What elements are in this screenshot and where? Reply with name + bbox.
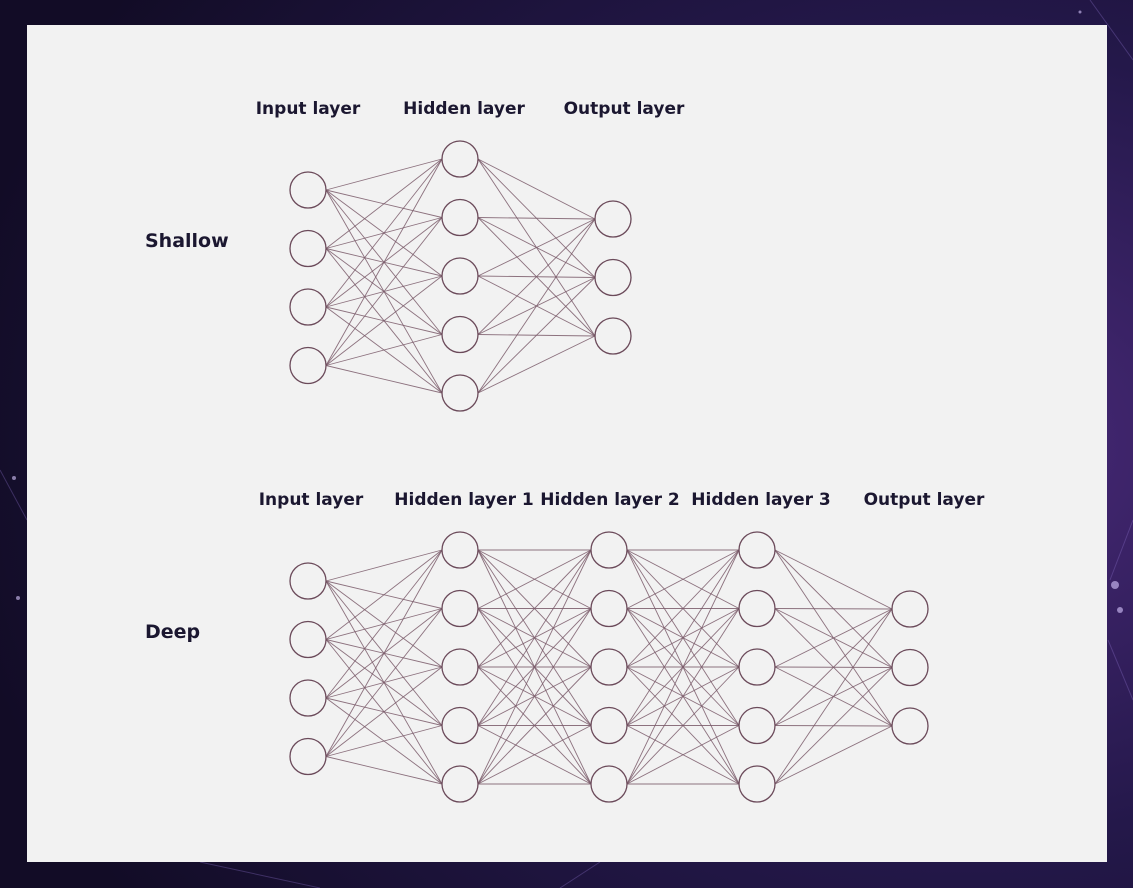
deep-node-layer2-4 — [590, 765, 628, 803]
deep-layer-label-input: Input layer — [259, 490, 364, 510]
shallow-node-layer0-0 — [289, 171, 327, 209]
deep-section-label: Deep — [145, 621, 200, 643]
shallow-node-layer1-1 — [441, 198, 479, 237]
deep-layer-label-hidden-2: Hidden layer 2 — [540, 490, 679, 510]
shallow-layer-label-input: Input layer — [256, 99, 361, 119]
deep-node-layer1-3 — [441, 706, 479, 745]
deep-edge-l3-1-to-0 — [774, 608, 893, 610]
shallow-edge-l0-1-to-0 — [325, 158, 443, 249]
deep-edge-l0-3-to-2 — [325, 666, 443, 757]
deep-node-layer4-0 — [891, 590, 929, 628]
shallow-edge-l0-3-to-3 — [325, 334, 443, 366]
neural-network-diagram: Shallow Input layer Hidden layer Output … — [145, 99, 985, 803]
deep-network: Deep Input layer Hidden layer 1 Hidden l… — [145, 490, 985, 803]
deep-node-layer3-3 — [738, 706, 776, 745]
shallow-edge-l0-3-to-1 — [325, 217, 443, 366]
deep-edge-l0-2-to-0 — [325, 549, 443, 699]
deep-node-layer1-0 — [441, 531, 479, 569]
deep-node-layer3-2 — [738, 648, 776, 686]
shallow-network: Shallow Input layer Hidden layer Output … — [145, 99, 685, 412]
shallow-edge-l0-0-to-0 — [325, 158, 443, 191]
shallow-layer-label-output: Output layer — [564, 99, 685, 119]
deep-node-layer2-2 — [590, 648, 628, 686]
deep-edge-l3-0-to-0 — [774, 549, 893, 610]
deep-node-layer1-1 — [441, 589, 479, 628]
deep-node-layer2-1 — [590, 589, 628, 628]
deep-node-layer3-0 — [738, 531, 776, 569]
shallow-node-layer1-0 — [441, 140, 479, 178]
shallow-edge-l1-3-to-0 — [477, 218, 596, 335]
deep-edge-l0-3-to-1 — [325, 608, 443, 757]
deep-edge-l0-3-to-0 — [325, 549, 443, 757]
shallow-edge-l1-4-to-0 — [477, 218, 596, 394]
deep-node-layer4-1 — [891, 648, 929, 687]
deep-edge-l0-1-to-0 — [325, 549, 443, 640]
deep-layer-label-output: Output layer — [864, 490, 985, 510]
deep-edge-l3-4-to-0 — [774, 608, 893, 785]
shallow-node-layer0-3 — [289, 346, 327, 385]
deep-node-layer0-2 — [289, 679, 327, 717]
shallow-node-layer0-2 — [289, 288, 327, 326]
deep-layer-label-hidden-3: Hidden layer 3 — [691, 490, 830, 510]
shallow-node-layer1-3 — [441, 315, 479, 354]
deep-edge-l0-0-to-0 — [325, 549, 443, 582]
shallow-edge-l0-3-to-4 — [325, 365, 443, 394]
shallow-edge-l1-0-to-0 — [477, 158, 596, 220]
deep-node-layer1-2 — [441, 648, 479, 686]
shallow-edge-l1-4-to-2 — [477, 335, 596, 394]
shallow-edge-l1-2-to-0 — [477, 218, 596, 277]
deep-node-layer3-4 — [738, 765, 776, 803]
shallow-edge-l0-2-to-0 — [325, 158, 443, 308]
shallow-node-layer2-1 — [594, 258, 632, 297]
deep-edge-l0-3-to-3 — [325, 725, 443, 757]
shallow-node-layer2-2 — [594, 317, 632, 355]
deep-node-layer3-1 — [738, 589, 776, 628]
shallow-node-layer0-1 — [289, 229, 327, 268]
deep-node-layer0-3 — [289, 737, 327, 776]
deep-layer-label-hidden-1: Hidden layer 1 — [394, 490, 533, 510]
deep-node-layer4-2 — [891, 707, 929, 745]
deep-node-layer2-3 — [590, 706, 628, 745]
deep-edge-l3-4-to-2 — [774, 725, 893, 785]
shallow-edge-l0-3-to-2 — [325, 275, 443, 366]
deep-edge-l0-3-to-4 — [325, 756, 443, 785]
deep-node-layer1-4 — [441, 765, 479, 803]
shallow-layer-label-hidden: Hidden layer — [403, 99, 525, 119]
deep-node-layer0-0 — [289, 562, 327, 600]
shallow-node-layer1-4 — [441, 374, 479, 412]
shallow-node-layer1-2 — [441, 257, 479, 295]
shallow-node-layer2-0 — [594, 200, 632, 238]
shallow-section-label: Shallow — [145, 230, 229, 252]
shallow-edge-l0-3-to-0 — [325, 158, 443, 366]
deep-node-layer0-1 — [289, 620, 327, 659]
shallow-nodes — [289, 140, 632, 412]
deep-node-layer2-0 — [590, 531, 628, 569]
shallow-edge-l1-4-to-1 — [477, 277, 596, 394]
